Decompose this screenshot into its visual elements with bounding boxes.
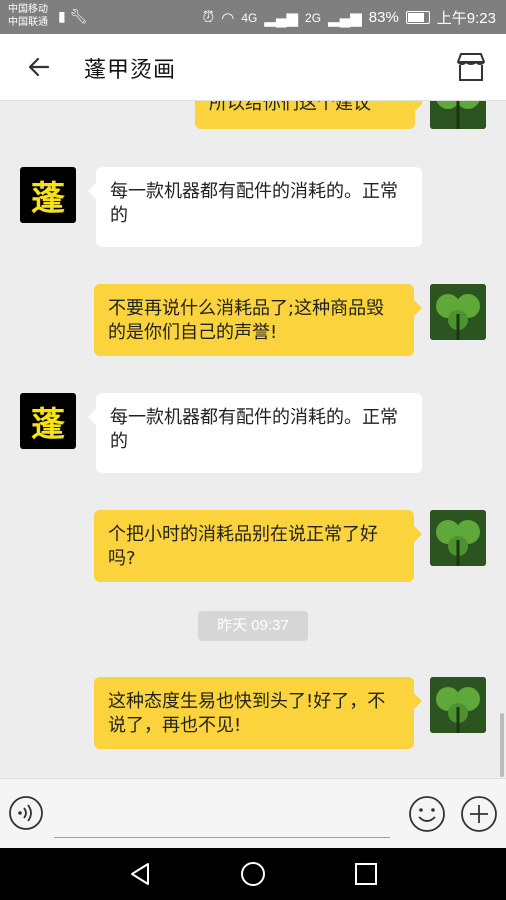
clover-icon: [430, 510, 486, 566]
chat-header: 蓬甲烫画: [0, 34, 506, 101]
system-nav-bar: [0, 848, 506, 900]
network-2: 2G: [305, 10, 322, 25]
wifi-icon: ◠: [221, 9, 235, 27]
chat-area[interactable]: 所以给你们这个建议 蓬 每一款机器都有配件的消耗的。正常的 不要再说什么消耗品了…: [0, 101, 506, 778]
page-title: 蓬甲烫画: [84, 58, 177, 83]
user-avatar[interactable]: [430, 510, 486, 566]
message-bubble-out[interactable]: 个把小时的消耗品别在说正常了好吗?: [94, 510, 422, 582]
clover-icon: [430, 101, 486, 129]
shop-avatar-text: 蓬: [31, 404, 65, 445]
user-avatar[interactable]: [430, 284, 486, 340]
signal-icon-2: ▂▄▆: [328, 9, 362, 27]
message-text: 不要再说什么消耗品了;这种商品毁的是你们自己的声誉!: [108, 298, 385, 343]
clover-icon: [430, 677, 486, 733]
carrier-1: 中国移动: [8, 4, 48, 15]
shop-avatar[interactable]: 蓬: [20, 393, 76, 449]
emoji-icon[interactable]: [408, 795, 446, 833]
signal-icon: ▂▄▆: [264, 9, 299, 27]
timestamp-label: 昨天 09:37: [198, 611, 308, 641]
message-text: 所以给你们这个建议: [209, 101, 371, 114]
sim-icon: ▮: [58, 8, 66, 24]
shop-avatar[interactable]: 蓬: [20, 167, 76, 223]
notification-icons: ▮ 🔧︎: [58, 8, 87, 25]
message-text: 个把小时的消耗品别在说正常了好吗?: [108, 524, 378, 569]
clover-icon: [430, 284, 486, 340]
status-bar: 中国移动 中国联通 ▮ 🔧︎ ⏰︎ ◠ 4G ▂▄▆ 2G ▂▄▆ 83% 上午…: [0, 0, 506, 34]
carrier-2: 中国联通: [8, 17, 48, 28]
message-text: 每一款机器都有配件的消耗的。正常的: [110, 407, 398, 452]
message-input[interactable]: [54, 797, 390, 838]
user-avatar[interactable]: [430, 677, 486, 733]
user-avatar[interactable]: [430, 101, 486, 129]
clock: 上午9:23: [436, 10, 496, 27]
wrench-icon: 🔧︎: [69, 8, 88, 24]
message-bubble-in[interactable]: 每一款机器都有配件的消耗的。正常的: [88, 167, 422, 247]
battery-percent: 83%: [368, 9, 399, 26]
message-bubble-out[interactable]: 所以给你们这个建议: [195, 101, 423, 129]
back-arrow-icon[interactable]: [22, 50, 56, 84]
nav-home-icon[interactable]: [239, 860, 267, 888]
shop-avatar-text: 蓬: [31, 178, 65, 219]
store-icon[interactable]: [454, 50, 488, 84]
carrier-labels: 中国移动 中国联通: [8, 3, 48, 29]
message-bubble-out[interactable]: 这种态度生易也快到头了!好了，不说了，再也不见!: [94, 677, 422, 749]
battery-icon: [405, 11, 430, 24]
status-right: ⏰︎ ◠ 4G ▂▄▆ 2G ▂▄▆ 83% 上午9:23: [203, 7, 496, 28]
scrollbar[interactable]: [500, 713, 504, 777]
nav-back-icon[interactable]: [126, 860, 154, 888]
nav-recents-icon[interactable]: [352, 860, 380, 888]
alarm-icon: ⏰︎: [202, 9, 215, 26]
voice-icon[interactable]: [8, 795, 44, 831]
plus-icon[interactable]: [460, 795, 498, 833]
input-bar: [0, 778, 506, 849]
message-text: 每一款机器都有配件的消耗的。正常的: [110, 181, 398, 226]
message-bubble-out[interactable]: 不要再说什么消耗品了;这种商品毁的是你们自己的声誉!: [94, 284, 422, 356]
message-text: 这种态度生易也快到头了!好了，不说了，再也不见!: [108, 691, 386, 736]
message-bubble-in[interactable]: 每一款机器都有配件的消耗的。正常的: [88, 393, 422, 473]
network-1: 4G: [241, 10, 258, 25]
